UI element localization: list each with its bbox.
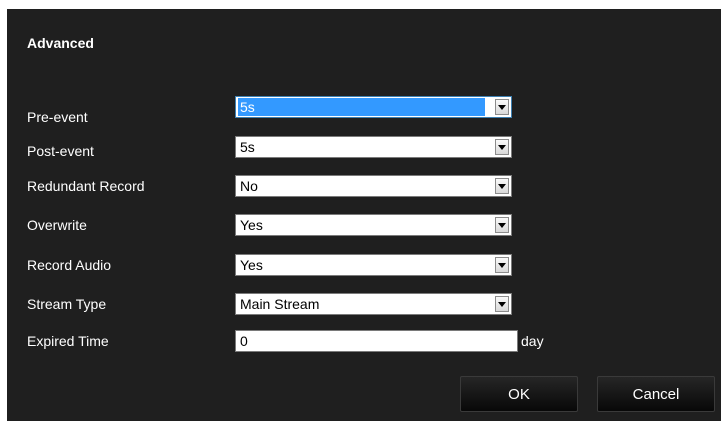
record-audio-select[interactable]: Yes <box>235 254 512 276</box>
ok-button[interactable]: OK <box>460 376 578 412</box>
pre-event-label: Pre-event <box>27 109 88 125</box>
pre-event-value: 5s <box>238 98 485 116</box>
record-audio-value: Yes <box>240 257 263 273</box>
post-event-label: Post-event <box>27 143 94 159</box>
overwrite-value: Yes <box>240 217 263 233</box>
chevron-down-icon[interactable] <box>495 139 509 155</box>
record-audio-label: Record Audio <box>27 257 112 273</box>
chevron-down-icon[interactable] <box>495 99 509 115</box>
chevron-down-icon[interactable] <box>495 217 509 233</box>
advanced-dialog: Advanced Pre-event 5s Post-event 5s Redu… <box>7 9 721 421</box>
dialog-title: Advanced <box>27 35 94 51</box>
post-event-select[interactable]: 5s <box>235 136 512 158</box>
redundant-record-label: Redundant Record <box>27 178 145 194</box>
stream-type-label: Stream Type <box>27 296 107 312</box>
expired-time-unit: day <box>521 333 544 349</box>
chevron-down-icon[interactable] <box>495 257 509 273</box>
post-event-value: 5s <box>240 139 255 155</box>
overwrite-select[interactable]: Yes <box>235 214 512 236</box>
chevron-down-icon[interactable] <box>495 178 509 194</box>
chevron-down-icon[interactable] <box>495 296 509 312</box>
pre-event-select[interactable]: 5s <box>235 96 512 118</box>
expired-time-label: Expired Time <box>27 333 109 349</box>
stream-type-select[interactable]: Main Stream <box>235 293 512 315</box>
overwrite-label: Overwrite <box>27 217 87 233</box>
cancel-button[interactable]: Cancel <box>597 376 715 412</box>
stream-type-value: Main Stream <box>240 296 320 312</box>
redundant-record-select[interactable]: No <box>235 175 512 197</box>
redundant-record-value: No <box>240 178 258 194</box>
expired-time-input[interactable] <box>235 330 518 352</box>
